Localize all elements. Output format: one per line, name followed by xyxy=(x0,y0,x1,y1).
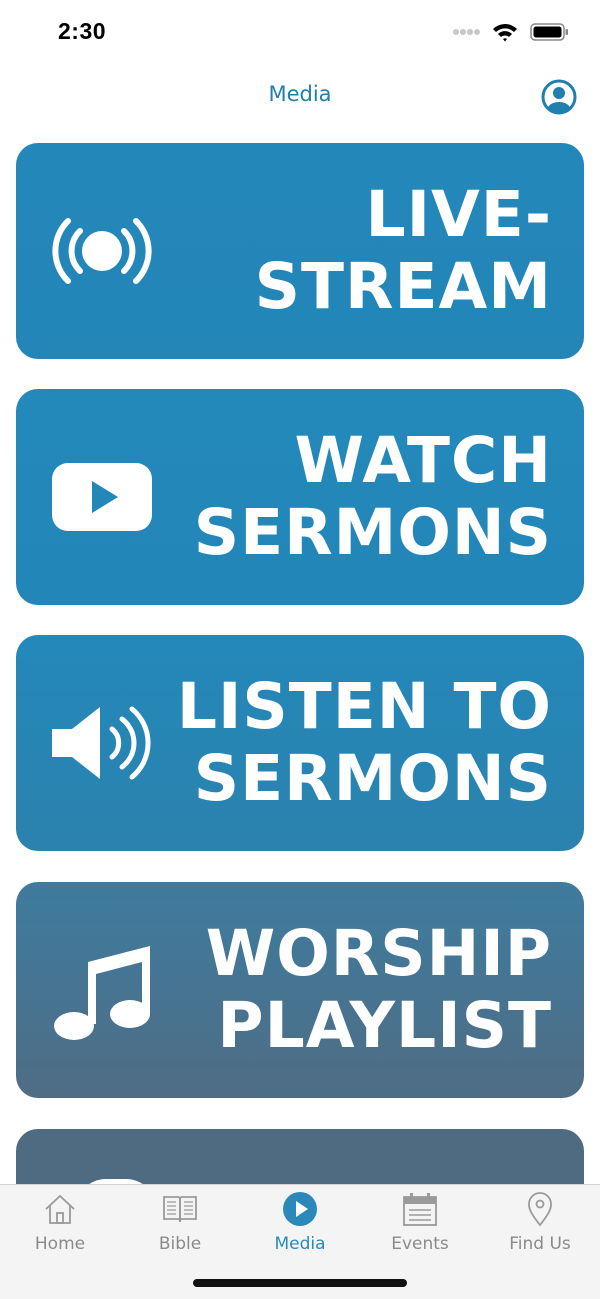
livestream-label: LIVE- STREAM xyxy=(255,179,552,323)
tab-label: Find Us xyxy=(509,1234,571,1254)
home-icon xyxy=(45,1194,75,1224)
speaker-icon xyxy=(52,706,151,780)
tile-label-line: SERMONS xyxy=(193,496,552,569)
map-pin-icon xyxy=(528,1192,552,1227)
livestream-icon xyxy=(52,218,152,284)
tab-find-us[interactable]: Find Us xyxy=(480,1185,600,1265)
play-circle-icon xyxy=(283,1192,317,1226)
video-play-icon xyxy=(52,463,152,531)
tile-label-line: SERMONS xyxy=(193,742,552,815)
home-indicator[interactable] xyxy=(193,1279,407,1287)
tab-label: Home xyxy=(34,1234,86,1254)
status-time: 2:30 xyxy=(58,18,107,44)
tile-label-line: WORSHIP xyxy=(205,917,552,990)
wifi-icon xyxy=(493,24,517,42)
tab-media[interactable]: Media xyxy=(240,1185,360,1265)
tile-label-line: PLAYLIST xyxy=(217,989,552,1062)
music-note-icon xyxy=(54,946,150,1040)
listen-sermons-label: LISTEN TO SERMONS xyxy=(177,671,552,815)
tile-label-line: WATCH xyxy=(294,424,552,497)
livestream-tile[interactable]: LIVE- STREAM xyxy=(16,143,584,359)
worship-playlist-label: WORSHIP PLAYLIST xyxy=(206,918,552,1062)
book-icon xyxy=(163,1196,197,1223)
listen-sermons-tile[interactable]: LISTEN TO SERMONS xyxy=(16,635,584,851)
tab-label: Media xyxy=(274,1234,326,1254)
worship-playlist-tile[interactable]: WORSHIP PLAYLIST xyxy=(16,882,584,1098)
page-title: Media xyxy=(268,82,332,106)
watch-sermons-label: WATCH SERMONS xyxy=(194,425,552,569)
tab-home[interactable]: Home xyxy=(0,1185,120,1265)
status-icons xyxy=(452,22,570,42)
battery-icon xyxy=(530,23,568,41)
profile-icon[interactable] xyxy=(541,79,577,115)
status-bar: 2:30 xyxy=(0,0,600,66)
tab-bible[interactable]: Bible xyxy=(120,1185,240,1265)
media-screen: 2:30 Media LIVE- STREAM WATCH SERMONS LI… xyxy=(0,0,600,1299)
tab-label: Bible xyxy=(158,1234,202,1254)
calendar-icon xyxy=(403,1193,437,1226)
tab-events[interactable]: Events xyxy=(360,1185,480,1265)
signal-dots-icon xyxy=(453,29,480,35)
tile-label-line: LIVE- xyxy=(365,178,552,251)
tab-label: Events xyxy=(391,1234,449,1254)
watch-sermons-tile[interactable]: WATCH SERMONS xyxy=(16,389,584,605)
tile-label-line: STREAM xyxy=(254,250,552,323)
navigation-bar: Media xyxy=(0,66,600,128)
tile-label-line: LISTEN TO xyxy=(176,670,552,743)
